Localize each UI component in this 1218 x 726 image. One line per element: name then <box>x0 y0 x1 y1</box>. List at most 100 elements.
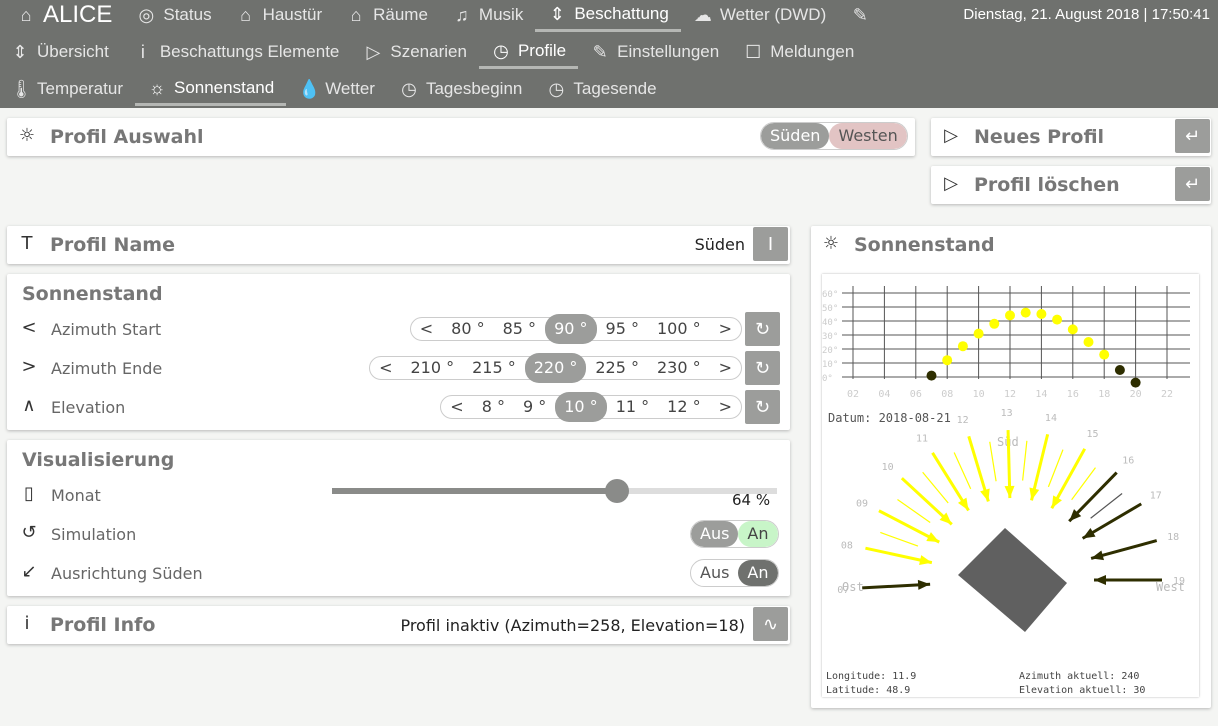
toggle-on[interactable]: An <box>738 560 778 586</box>
option[interactable]: 210 ° <box>401 356 463 380</box>
chart-button[interactable]: ∿ <box>753 607 788 641</box>
profil-selector[interactable]: Süden Westen <box>760 122 908 150</box>
ausrichtung-toggle[interactable]: Aus An <box>690 559 779 587</box>
monat-slider[interactable] <box>332 479 777 503</box>
y-tick-label: 20° <box>822 346 838 356</box>
next-button[interactable]: > <box>710 356 741 380</box>
visualisierung-card: Visualisierung ▯ Monat 64 % ↺ Simulation… <box>7 440 790 596</box>
slider-handle[interactable] <box>604 479 629 503</box>
option[interactable]: 95 ° <box>597 317 648 341</box>
nav-item-räume[interactable]: ⌂ Räume <box>334 0 440 32</box>
option[interactable]: 100 ° <box>648 317 710 341</box>
nav-item-wetter-dwd-[interactable]: ☁ Wetter (DWD) <box>681 0 838 32</box>
x-tick-label: 22 <box>1161 389 1173 400</box>
nav-label: Räume <box>373 5 428 24</box>
nav-label: Szenarien <box>390 42 467 61</box>
elevation-selector[interactable]: <8 ° 9 ° 10 ° 11 ° 12 ° > <box>440 392 742 422</box>
x-tick-label: 10 <box>973 389 985 400</box>
nav-item-profile[interactable]: ◷ Profile <box>478 35 579 69</box>
azimuth-ende-selector[interactable]: <210 ° 215 ° 220 ° 225 ° 230 ° > <box>369 353 742 383</box>
nav-item-meldungen[interactable]: ☐ Meldungen <box>731 35 866 69</box>
y-tick-label: 10° <box>822 360 838 370</box>
card-title: Visualisierung <box>22 449 175 471</box>
slider-fill <box>332 488 617 494</box>
option[interactable]: 90 ° <box>545 314 597 344</box>
option[interactable]: 12 ° <box>658 395 709 419</box>
enter-icon: ↵ <box>1184 125 1201 147</box>
nav-item-beschattung[interactable]: ⇕ Beschattung <box>535 0 681 32</box>
half-hour-arrow <box>1071 467 1096 501</box>
toggle-on[interactable]: An <box>738 521 778 547</box>
toggle-off[interactable]: Aus <box>691 560 738 586</box>
option-westen[interactable]: Westen <box>829 123 907 149</box>
home-button[interactable]: ⌂ ALICE <box>4 0 124 32</box>
option[interactable]: 225 ° <box>586 356 648 380</box>
azimuth-start-reset-button[interactable]: ↻ <box>745 312 780 346</box>
nav-item-temperatur[interactable]: 🌡 Temperatur <box>0 72 135 106</box>
nav-item-musik[interactable]: ♫ Musik <box>440 0 535 32</box>
azimuth-start-selector[interactable]: <80 ° 85 ° 90 ° 95 ° 100 ° > <box>409 314 742 344</box>
prev-button[interactable]: < <box>370 356 401 380</box>
cycle-icon: ↺ <box>21 522 37 543</box>
eye-icon: ◎ <box>138 5 155 25</box>
azimuth-ende-reset-button[interactable]: ↻ <box>745 351 780 385</box>
sun-position-point <box>989 318 1000 329</box>
sun-icon: ☼ <box>822 233 840 254</box>
prev-button[interactable]: < <box>441 395 472 419</box>
nav-item-tagesende[interactable]: ◷ Tagesende <box>534 72 668 106</box>
sun-position-point <box>1052 314 1063 325</box>
nav-item-übersicht[interactable]: ⇕ Übersicht <box>0 35 121 69</box>
x-tick-label: 02 <box>847 389 859 400</box>
next-button[interactable]: > <box>710 395 741 419</box>
nav-item-beschattungs-elemente[interactable]: i Beschattungs Elemente <box>121 35 352 69</box>
option[interactable]: 85 ° <box>494 317 545 341</box>
x-tick-label: 16 <box>1067 389 1079 400</box>
next-button[interactable]: > <box>710 317 741 341</box>
nav-item-wetter[interactable]: 💧 Wetter <box>286 72 387 106</box>
profil-info-card: ⅰ Profil Info Profil inaktiv (Azimuth=25… <box>7 606 790 644</box>
nav-item-status[interactable]: ◎ Status <box>124 0 223 32</box>
nav-item-haustür[interactable]: ⌂ Haustür <box>224 0 335 32</box>
brand: ALICE <box>43 1 113 28</box>
y-tick-label: 30° <box>822 332 838 342</box>
profil-loeschen-button[interactable]: ↵ <box>1175 167 1210 201</box>
nav-item-tagesbeginn[interactable]: ◷ Tagesbeginn <box>387 72 534 106</box>
hour-label: 13 <box>1001 408 1013 419</box>
neues-profil-button[interactable]: ↵ <box>1175 119 1210 153</box>
clock-icon: ◷ <box>548 79 565 99</box>
sun-direction-arrow-head <box>1004 485 1015 499</box>
half-hour-arrow <box>880 531 919 547</box>
direction-icon: ↙ <box>21 561 37 582</box>
enter-icon: ↵ <box>1184 173 1201 195</box>
hour-label: 08 <box>841 540 853 551</box>
toggle-off[interactable]: Aus <box>691 521 739 547</box>
option[interactable]: 230 ° <box>648 356 710 380</box>
y-tick-label: 60° <box>822 290 838 300</box>
nav-item-wrench-icon[interactable]: ✎ <box>838 0 882 32</box>
chart-icon: ∿ <box>762 613 779 635</box>
sonnenstand-settings-card: Sonnenstand < Azimuth Start <80 ° 85 ° 90 … <box>7 274 790 430</box>
prev-button[interactable]: < <box>411 317 442 341</box>
nav-label: Einstellungen <box>617 42 720 61</box>
option[interactable]: 11 ° <box>607 395 658 419</box>
option[interactable]: 8 ° <box>473 395 514 419</box>
nav-item-einstellungen[interactable]: ✎ Einstellungen <box>578 35 731 69</box>
option[interactable]: 9 ° <box>514 395 555 419</box>
chevron-left-icon: < <box>21 317 37 338</box>
monat-value: 64 % <box>732 491 771 509</box>
option[interactable]: 10 ° <box>555 392 607 422</box>
simulation-toggle[interactable]: Aus An <box>690 520 779 548</box>
info-icon: i <box>140 42 145 62</box>
option[interactable]: 220 ° <box>524 353 587 383</box>
edit-name-button[interactable]: I <box>753 227 788 261</box>
sun-icon: ☼ <box>18 125 36 146</box>
elevation-reset-button[interactable]: ↻ <box>745 390 780 424</box>
nav-item-szenarien[interactable]: ▷ Szenarien <box>351 35 479 69</box>
option[interactable]: 215 ° <box>463 356 525 380</box>
nav-item-sonnenstand[interactable]: ☼ Sonnenstand <box>134 72 287 106</box>
nav-label: Tagesende <box>573 79 657 98</box>
option[interactable]: 80 ° <box>442 317 493 341</box>
azimuth-ende-label: Azimuth Ende <box>51 359 163 378</box>
option-sueden[interactable]: Süden <box>761 123 830 149</box>
sun-position-point <box>1067 324 1078 335</box>
